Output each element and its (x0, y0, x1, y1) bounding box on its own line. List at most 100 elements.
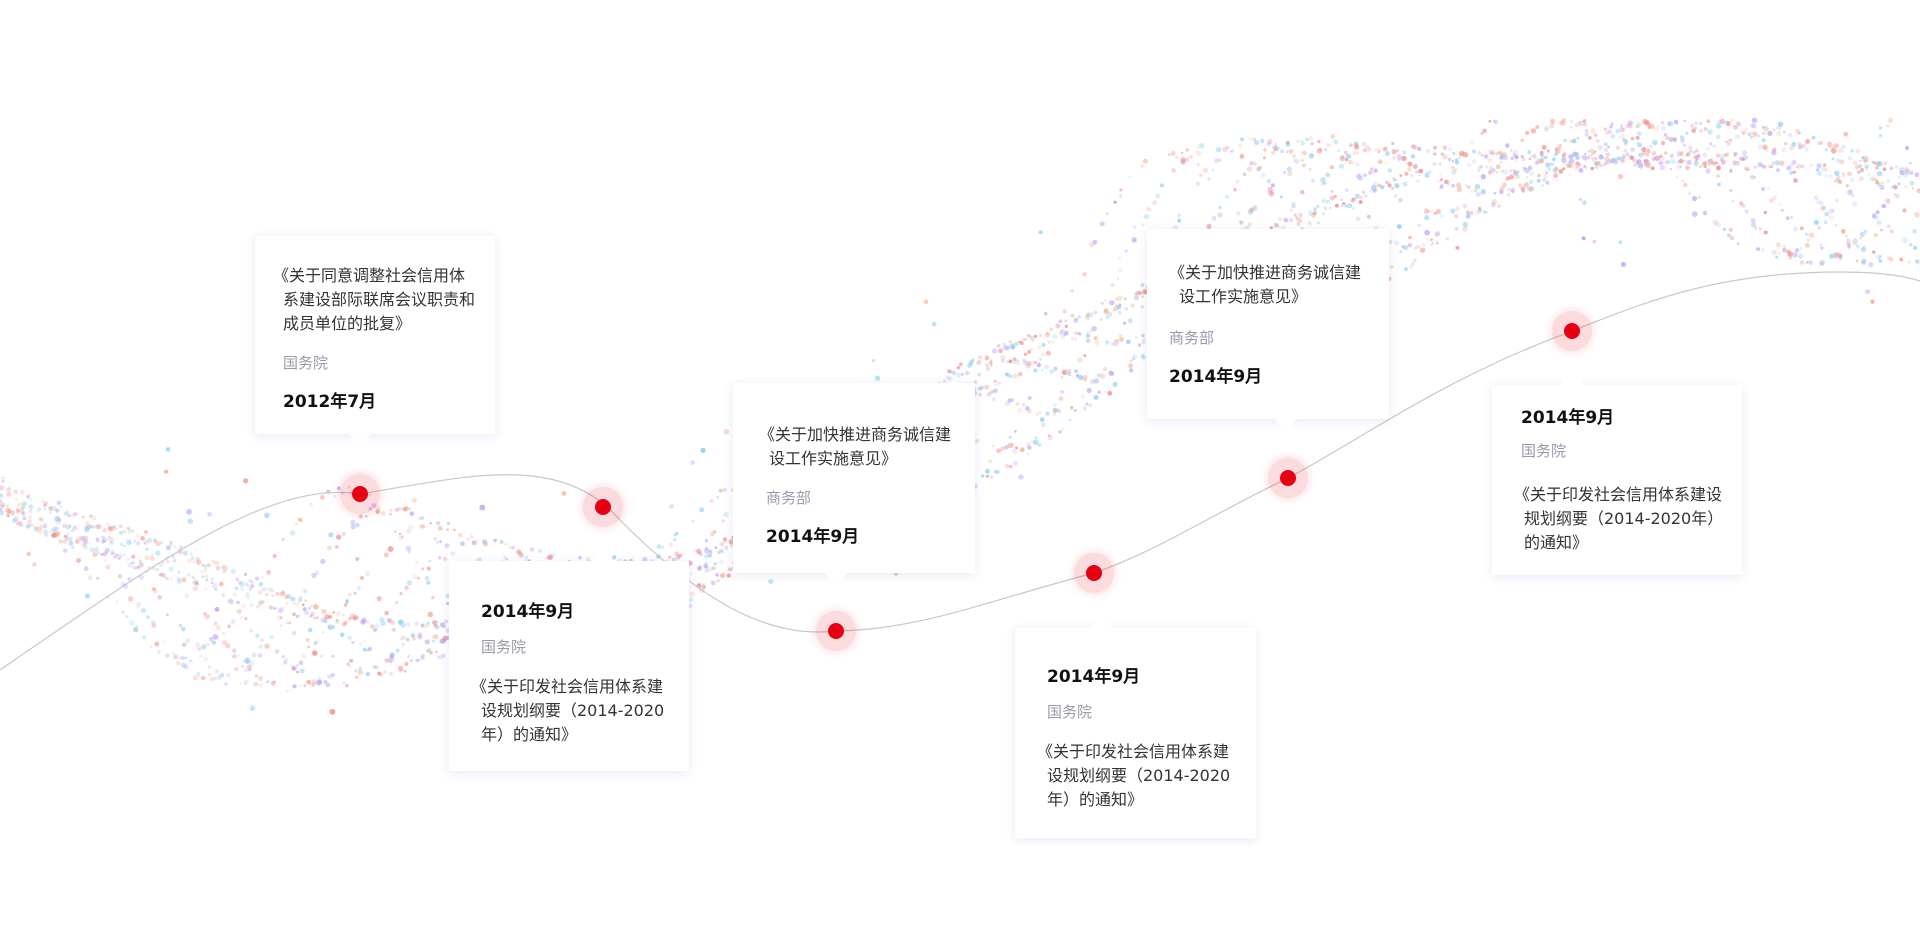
event-card-6[interactable]: 2014年9月 国务院 《关于印发社会信用体系建设规划纲要（2014-2020年… (1492, 374, 1742, 575)
particle-dot (1000, 354, 1006, 361)
particle-dot (1175, 156, 1178, 159)
event-card-5[interactable]: 《关于加快推进商务诚信建设工作实施意见》 商务部 2014年9月 (1147, 229, 1389, 430)
particle-dot (1068, 418, 1072, 422)
particle-dot (135, 624, 139, 628)
event-date: 2014年9月 (1521, 408, 1615, 428)
particle-dot (347, 635, 352, 641)
timeline-marker-4[interactable] (1074, 553, 1114, 593)
particle-dot (1763, 126, 1769, 132)
particle-dot (404, 506, 409, 512)
particle-dot (354, 669, 358, 673)
particle-dot (1117, 295, 1123, 302)
particle-dot (144, 555, 150, 561)
particle-dot (437, 525, 443, 531)
particle-dot (1116, 277, 1120, 281)
particle-dot (316, 616, 319, 620)
event-card-4[interactable]: 2014年9月 国务院 《关于印发社会信用体系建设规划纲要（2014-2020年… (1015, 617, 1256, 838)
particle-dot (1119, 337, 1124, 342)
particle-dot (1719, 118, 1726, 125)
particle-dot (1767, 130, 1773, 136)
event-card-1[interactable]: 《关于同意调整社会信用体系建设部际联席会议职责和成员单位的批复》 国务院 201… (255, 236, 495, 445)
particle-dot (214, 560, 220, 566)
particle-dot (1715, 221, 1722, 228)
particle-dot (1569, 125, 1573, 129)
particle-dot (1277, 216, 1283, 222)
particle-dot (1660, 125, 1666, 131)
particle-dot (51, 532, 57, 538)
particle-dot (1035, 413, 1039, 416)
particle-dot (1070, 313, 1075, 318)
timeline-marker-1[interactable] (340, 474, 380, 514)
event-card-2[interactable]: 2014年9月 国务院 《关于印发社会信用体系建设规划纲要（2014-2020年… (449, 550, 689, 771)
particle-dot (87, 575, 93, 581)
particle-dot (1819, 141, 1823, 145)
particle-dot (1333, 194, 1337, 199)
particle-dot (1692, 195, 1698, 202)
particle-dot (1055, 323, 1061, 329)
particle-dot (1502, 182, 1507, 188)
particle-dot (1641, 146, 1647, 153)
particle-dot (1534, 160, 1540, 165)
particle-dot (1452, 152, 1456, 155)
timeline-marker-5[interactable] (1268, 458, 1308, 498)
particle-dot (1817, 225, 1822, 230)
particle-dot (1715, 161, 1719, 165)
particle-dot (977, 372, 982, 377)
particle-dot (1824, 174, 1828, 178)
particle-dot (1417, 146, 1422, 152)
particle-dot (1851, 241, 1858, 247)
particle-dot (977, 355, 983, 360)
particle-dot (439, 540, 443, 543)
particle-dot (1912, 229, 1917, 234)
particle-dot (1916, 188, 1920, 194)
particle-dot (1790, 215, 1794, 220)
particle-dot (1360, 195, 1364, 199)
timeline-marker-6[interactable] (1552, 311, 1592, 351)
particle-dot (443, 625, 447, 629)
particle-dot (1471, 159, 1477, 164)
particle-dot (947, 369, 952, 374)
particle-dot (1283, 217, 1289, 223)
particle-dot (414, 621, 420, 627)
particle-dot (83, 544, 89, 551)
particle-dot (1152, 200, 1158, 206)
particle-dot (1044, 331, 1051, 338)
particle-dot (1715, 173, 1721, 179)
particle-dot (358, 514, 363, 519)
particle-dot (342, 621, 347, 627)
particle-dot (1824, 148, 1828, 152)
particle-dot (263, 512, 270, 519)
particle-dot (1123, 297, 1127, 301)
event-card-3[interactable]: 《关于加快推进商务诚信建设工作实施意见》 商务部 2014年9月 (733, 383, 975, 584)
particle-dot (1, 476, 5, 480)
particle-dot (1469, 211, 1474, 216)
particle-dot (1399, 174, 1403, 177)
particle-dot (1870, 299, 1875, 304)
particle-dot (1675, 175, 1679, 179)
timeline-marker-3[interactable] (816, 611, 856, 651)
particle-dot (1012, 460, 1019, 466)
particle-dot (1202, 167, 1208, 173)
particle-dot (160, 541, 164, 544)
timeline-marker-2[interactable] (583, 487, 623, 527)
particle-dot (1083, 377, 1087, 382)
particle-dot (993, 388, 998, 394)
particle-dot (410, 633, 416, 638)
particle-dot (668, 555, 672, 559)
particle-dot (1636, 131, 1642, 137)
particle-dot (1195, 150, 1202, 156)
particle-dot (1337, 149, 1341, 153)
particle-dot (112, 526, 118, 531)
particle-dot (1387, 168, 1392, 173)
particle-dot (1770, 161, 1776, 166)
particle-dot (1766, 186, 1771, 191)
particle-dot (166, 545, 171, 550)
particle-dot (66, 532, 70, 536)
event-date: 2014年9月 (1047, 667, 1141, 687)
particle-dot (1024, 406, 1030, 411)
particle-dot (1102, 366, 1108, 372)
particle-dot (1694, 126, 1697, 130)
particle-dot (1018, 340, 1022, 344)
particle-dot (178, 624, 182, 627)
particle-dot (180, 626, 186, 632)
